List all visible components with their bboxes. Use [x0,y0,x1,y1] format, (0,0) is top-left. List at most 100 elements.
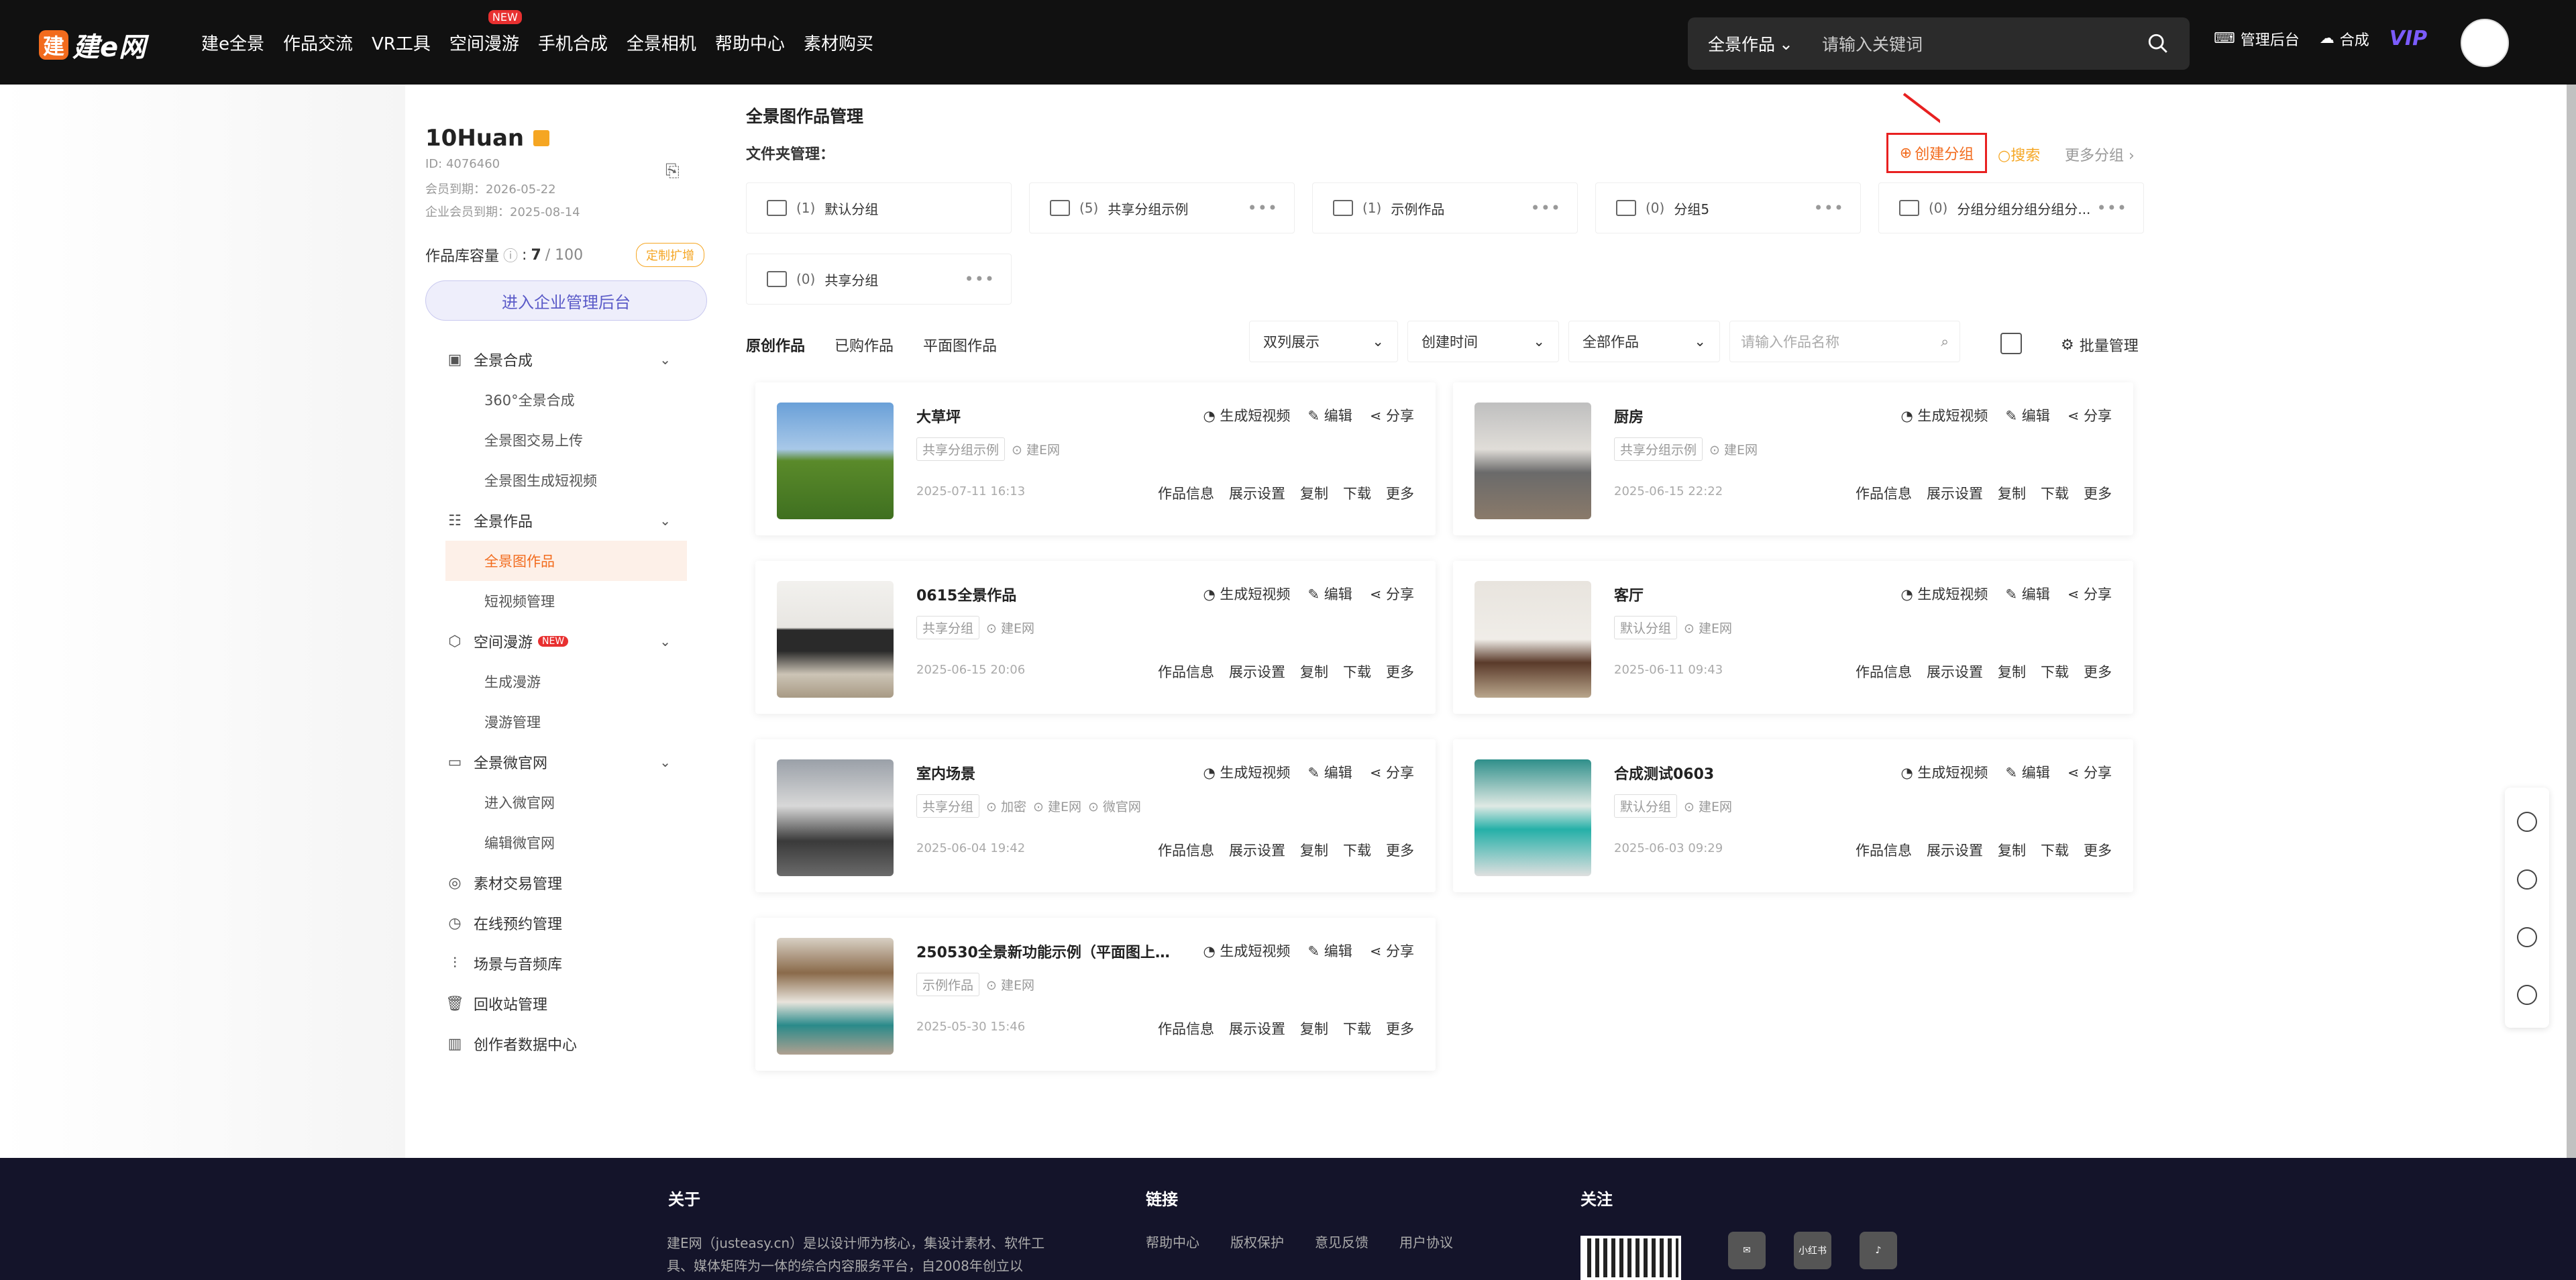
info-button[interactable]: 作品信息 [1158,1018,1214,1038]
tab-original[interactable]: 原创作品 [746,334,805,356]
work-thumbnail[interactable] [1474,403,1591,519]
download-button[interactable]: 下载 [2041,661,2069,682]
work-card[interactable]: 0615全景作品 共享分组 ⊙ 建E网 2025-06-15 20:06 ◔ 生成… [755,561,1436,714]
display-settings-button[interactable]: 展示设置 [1927,840,1983,860]
edit-button[interactable]: ✎ 编辑 [1307,762,1352,782]
clipboard-icon[interactable]: ⎘ [665,161,680,182]
scrollbar[interactable] [2567,85,2576,1158]
edit-button[interactable]: ✎ 编辑 [1307,405,1352,425]
more-button[interactable]: 更多 [1386,1018,1414,1038]
menu-sub-edit-site[interactable]: 编辑微官网 [445,822,687,863]
edit-button[interactable]: ✎ 编辑 [2005,584,2049,604]
more-dots-icon[interactable]: ••• [1248,199,1278,217]
more-button[interactable]: 更多 [1386,840,1414,860]
gen-video-button[interactable]: ◔ 生成短视频 [1900,584,1988,604]
info-button[interactable]: 作品信息 [1856,661,1912,682]
work-thumbnail[interactable] [777,581,894,698]
work-card[interactable]: 室内场景 共享分组 ⊙ 加密 ⊙ 建E网 ⊙ 微官网 2025-06-04 19:42… [755,739,1436,892]
display-select[interactable]: 双列展示 ⌄ [1249,321,1398,362]
folder-item[interactable]: (1) 示例作品 ••• [1312,182,1578,233]
custom-expand-button[interactable]: 定制扩增 [636,243,704,267]
help-icon[interactable]: ⓘ [503,244,518,266]
display-settings-button[interactable]: 展示设置 [1229,661,1285,682]
download-button[interactable]: 下载 [1343,483,1371,503]
more-button[interactable]: 更多 [2084,483,2112,503]
info-button[interactable]: 作品信息 [1158,483,1214,503]
menu-data-center[interactable]: ▥ 创作者数据中心 [445,1024,687,1064]
menu-sub-360[interactable]: 360°全景合成 [445,380,687,420]
copy-button[interactable]: 复制 [1998,483,2026,503]
work-card[interactable]: 大草坪 共享分组示例 ⊙ 建E网 2025-07-11 16:13 ◔ 生成短视频… [755,382,1436,535]
display-settings-button[interactable]: 展示设置 [1927,661,1983,682]
work-card[interactable]: 250530全景新功能示例（平面图上传... 示例作品 ⊙ 建E网 2025-05… [755,918,1436,1071]
work-title[interactable]: 室内场景 [916,762,975,784]
footer-link-terms[interactable]: 用户协议 [1399,1232,1453,1251]
vip-link[interactable]: VIP [2390,27,2427,50]
work-thumbnail[interactable] [777,938,894,1055]
edit-button[interactable]: ✎ 编辑 [2005,762,2049,782]
menu-recycle[interactable]: 🗑 回收站管理 [445,983,687,1024]
menu-sub-upload[interactable]: 全景图交易上传 [445,420,687,460]
tab-purchased[interactable]: 已购作品 [835,334,894,356]
work-title[interactable]: 厨房 [1614,405,1644,427]
enter-enterprise-button[interactable]: 进入企业管理后台 [425,280,707,321]
download-button[interactable]: 下载 [1343,1018,1371,1038]
tab-floorplan[interactable]: 平面图作品 [923,334,997,356]
gen-video-button[interactable]: ◔ 生成短视频 [1203,584,1290,604]
nav-item-mobile-compose[interactable]: 手机合成 [538,30,608,55]
footer-link-feedback[interactable]: 意见反馈 [1315,1232,1368,1251]
display-settings-button[interactable]: 展示设置 [1927,483,1983,503]
more-dots-icon[interactable]: ••• [1531,199,1561,217]
menu-sub-gen-tour[interactable]: 生成漫游 [445,661,687,702]
work-thumbnail[interactable] [777,403,894,519]
work-title[interactable]: 250530全景新功能示例（平面图上传... [916,941,1171,962]
nav-item-space-tour[interactable]: 空间漫游 NEW [449,9,522,55]
sort-select[interactable]: 创建时间 ⌄ [1407,321,1559,362]
xiaohongshu-icon[interactable]: 小红书 [1794,1232,1831,1269]
more-button[interactable]: 更多 [2084,840,2112,860]
folder-item[interactable]: (0) 分组5 ••• [1595,182,1861,233]
gen-video-button[interactable]: ◔ 生成短视频 [1203,941,1290,961]
nav-item-material[interactable]: 素材购买 [804,30,873,55]
scope-select[interactable]: 全部作品 ⌄ [1568,321,1720,362]
info-button[interactable]: 作品信息 [1158,840,1214,860]
menu-pano-works[interactable]: ☷ 全景作品 ⌄ [445,500,687,541]
share-button[interactable]: ⋖ 分享 [2068,405,2112,425]
share-button[interactable]: ⋖ 分享 [2068,762,2112,782]
work-title[interactable]: 0615全景作品 [916,584,1016,605]
edit-button[interactable]: ✎ 编辑 [2005,405,2049,425]
gen-video-button[interactable]: ◔ 生成短视频 [1900,762,1988,782]
menu-sub-video[interactable]: 全景图生成短视频 [445,460,687,500]
more-button[interactable]: 更多 [1386,661,1414,682]
search-category-select[interactable]: 全景作品 ⌄ [1708,32,1809,56]
more-button[interactable]: 更多 [2084,661,2112,682]
folder-search-link[interactable]: ○搜索 [1998,144,2040,165]
share-button[interactable]: ⋖ 分享 [1370,941,1414,961]
chat-icon[interactable] [2517,927,2537,947]
info-button[interactable]: 作品信息 [1856,840,1912,860]
download-button[interactable]: 下载 [2041,840,2069,860]
more-groups-link[interactable]: 更多分组 › [2065,144,2135,165]
wechat-icon[interactable]: ✉ [1728,1232,1766,1269]
folder-item[interactable]: (0) 分组分组分组分组分... ••• [1878,182,2144,233]
info-button[interactable]: 作品信息 [1158,661,1214,682]
gen-video-button[interactable]: ◔ 生成短视频 [1203,405,1290,425]
batch-manage-button[interactable]: ⚙ 批量管理 [2061,334,2139,356]
nav-item-help[interactable]: 帮助中心 [715,30,785,55]
menu-sub-tour-mgr[interactable]: 漫游管理 [445,702,687,742]
nav-item-pano[interactable]: 建e全景 [201,30,264,55]
copy-button[interactable]: 复制 [1300,840,1328,860]
share-button[interactable]: ⋖ 分享 [1370,584,1414,604]
gen-video-button[interactable]: ◔ 生成短视频 [1203,762,1290,782]
select-all-icon[interactable] [2000,333,2022,354]
work-card[interactable]: 客厅 默认分组 ⊙ 建E网 2025-06-11 09:43 ◔ 生成短视频 ✎ … [1453,561,2133,714]
headset-icon[interactable] [2517,812,2537,832]
display-settings-button[interactable]: 展示设置 [1229,840,1285,860]
search-icon[interactable] [2147,32,2169,55]
work-thumbnail[interactable] [1474,759,1591,876]
work-title[interactable]: 大草坪 [916,405,961,427]
share-button[interactable]: ⋖ 分享 [1370,405,1414,425]
copy-button[interactable]: 复制 [1998,840,2026,860]
menu-pano-compose[interactable]: ▣ 全景合成 ⌄ [445,339,687,380]
menu-material[interactable]: ◎ 素材交易管理 [445,863,687,903]
